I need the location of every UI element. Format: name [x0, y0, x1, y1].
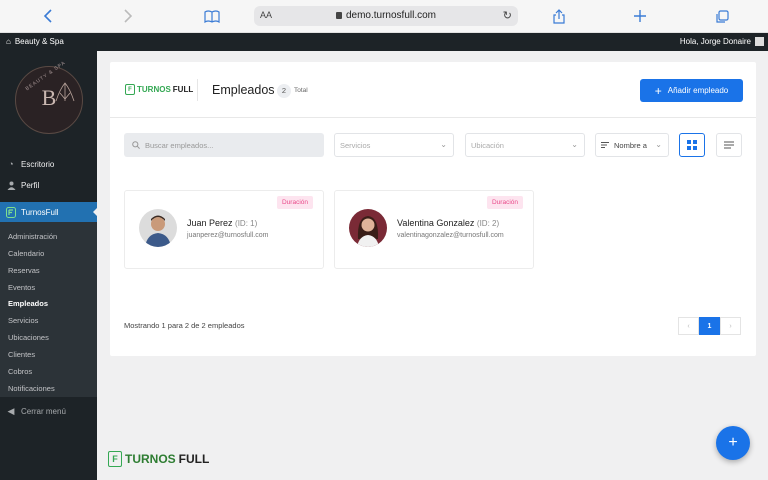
- list-view-button[interactable]: [716, 133, 742, 157]
- chevron-down-icon: ⌄: [571, 140, 578, 149]
- search-input[interactable]: Buscar empleados...: [124, 133, 324, 157]
- sort-icon: [601, 142, 609, 148]
- submenu-item-ubicaciones[interactable]: Ubicaciones: [8, 333, 49, 342]
- plus-icon: +: [654, 83, 662, 98]
- tabs-icon[interactable]: [714, 8, 730, 24]
- sidebar-item-label: Escritorio: [21, 159, 55, 169]
- panel-header: F TURNOS FULL Empleados 2 Total + Añadir …: [110, 62, 756, 118]
- sort-select[interactable]: Nombre a ⌄: [595, 133, 669, 157]
- location-select[interactable]: Ubicación ⌄: [465, 133, 585, 157]
- admin-sidebar: BEAUTY & SPA B ◔ Escritorio Perfil Turno…: [0, 51, 98, 480]
- url-text: demo.turnosfull.com: [345, 10, 437, 21]
- brand-suffix: FULL: [178, 452, 210, 466]
- submenu-item-empleados[interactable]: Empleados: [8, 299, 48, 308]
- count-label: Total: [294, 87, 308, 94]
- next-page-button[interactable]: ›: [720, 317, 741, 335]
- new-tab-icon[interactable]: [632, 8, 648, 24]
- turnosfull-icon: [6, 206, 16, 218]
- count-badge: 2: [277, 84, 291, 98]
- employee-id: (ID: 2): [476, 219, 500, 228]
- search-placeholder: Buscar empleados...: [145, 140, 214, 150]
- brand-prefix: TURNOS: [125, 452, 176, 466]
- floating-add-button[interactable]: +: [716, 426, 750, 460]
- employees-panel: F TURNOS FULL Empleados 2 Total + Añadir …: [110, 62, 756, 356]
- services-placeholder: Servicios: [340, 140, 371, 150]
- sidebar-item-escritorio[interactable]: ◔ Escritorio: [0, 159, 97, 169]
- employee-email: valentinagonzalez@turnosfull.com: [397, 232, 504, 239]
- submenu-item-cobros[interactable]: Cobros: [8, 367, 32, 376]
- bookmarks-icon[interactable]: [204, 8, 220, 24]
- employee-card[interactable]: Duración Valentina Gonzalez (ID: 2) vale…: [334, 190, 534, 269]
- employee-email: juanperez@turnosfull.com: [187, 232, 269, 239]
- site-logo: BEAUTY & SPA B: [15, 60, 83, 134]
- turnosfull-logo-icon: F: [125, 84, 135, 95]
- admin-bar: ⌂ Beauty & Spa Hola, Jorge Donaire: [0, 33, 768, 51]
- submenu-item-servicios[interactable]: Servicios: [8, 316, 38, 325]
- sidebar-item-turnosfull[interactable]: TurnosFull: [0, 202, 98, 222]
- submenu-item-eventos[interactable]: Eventos: [8, 283, 35, 292]
- forward-icon[interactable]: [120, 8, 136, 24]
- employee-card[interactable]: Duración Juan Perez (ID: 1) juanperez@tu…: [124, 190, 324, 269]
- chevron-down-icon: ⌄: [440, 140, 447, 149]
- grid-view-button[interactable]: [679, 133, 705, 157]
- avatar: [755, 37, 764, 46]
- submenu: Administración Calendario Reservas Event…: [0, 222, 97, 397]
- sidebar-item-label: Perfil: [21, 180, 40, 190]
- turnosfull-footer-logo: F TURNOS FULL: [108, 451, 209, 467]
- list-icon: [724, 141, 734, 149]
- reload-icon[interactable]: ↻: [503, 9, 512, 22]
- submenu-item-clientes[interactable]: Clientes: [8, 350, 35, 359]
- page-title: Empleados: [212, 83, 275, 97]
- submenu-item-calendario[interactable]: Calendario: [8, 249, 44, 258]
- results-summary: Mostrando 1 para 2 de 2 empleados: [124, 321, 245, 330]
- page-button[interactable]: 1: [699, 317, 720, 335]
- collapse-menu[interactable]: ◀ Cerrar menú: [0, 406, 97, 416]
- browser-toolbar: AA demo.turnosfull.com ↻: [0, 0, 768, 33]
- employee-avatar: [349, 209, 387, 247]
- dashboard-icon: ◔: [8, 159, 14, 169]
- site-name-link[interactable]: ⌂ Beauty & Spa: [6, 37, 64, 46]
- brand-suffix: FULL: [172, 85, 194, 94]
- add-employee-button[interactable]: + Añadir empleado: [640, 79, 743, 102]
- turnosfull-logo: F TURNOS FULL: [125, 84, 193, 95]
- collapse-icon: ◀: [7, 405, 15, 416]
- home-icon: ⌂: [6, 37, 11, 46]
- employee-name-line: Valentina Gonzalez (ID: 2): [397, 218, 499, 228]
- duration-badge: Duración: [486, 196, 523, 209]
- active-indicator: [93, 207, 98, 217]
- submenu-item-reservas[interactable]: Reservas: [8, 266, 40, 275]
- ginkgo-leaf-icon: [55, 82, 75, 102]
- employee-avatar: [139, 209, 177, 247]
- divider: [197, 79, 198, 101]
- services-select[interactable]: Servicios ⌄: [334, 133, 454, 157]
- submenu-item-notificaciones[interactable]: Notificaciones: [8, 384, 55, 393]
- lock-icon: [335, 12, 342, 19]
- add-employee-label: Añadir empleado: [667, 86, 729, 95]
- greeting: Hola, Jorge Donaire: [679, 37, 751, 46]
- chevron-down-icon: ⌄: [655, 140, 662, 149]
- collapse-label: Cerrar menú: [21, 406, 66, 416]
- share-icon[interactable]: [551, 8, 567, 24]
- employee-name: Valentina Gonzalez: [397, 218, 475, 228]
- grid-icon: [687, 140, 697, 150]
- submenu-item-administracion[interactable]: Administración: [8, 232, 57, 241]
- employee-name-line: Juan Perez (ID: 1): [187, 218, 257, 228]
- site-name: Beauty & Spa: [14, 37, 64, 46]
- account-menu[interactable]: Hola, Jorge Donaire: [680, 37, 764, 46]
- sort-value: Nombre a: [614, 140, 647, 150]
- brand-prefix: TURNOS: [137, 85, 171, 94]
- search-icon: [132, 141, 140, 149]
- sidebar-item-perfil[interactable]: Perfil: [0, 180, 97, 190]
- back-icon[interactable]: [40, 8, 56, 24]
- employee-id: (ID: 1): [235, 219, 258, 228]
- sidebar-group-label: TurnosFull: [21, 207, 59, 217]
- pagination: ‹ 1 ›: [678, 317, 741, 335]
- employee-name: Juan Perez: [187, 218, 233, 228]
- address-bar[interactable]: AA demo.turnosfull.com ↻: [254, 6, 518, 26]
- location-placeholder: Ubicación: [471, 140, 504, 150]
- prev-page-button[interactable]: ‹: [678, 317, 699, 335]
- user-icon: [6, 180, 16, 190]
- duration-badge: Duración: [276, 196, 313, 209]
- turnosfull-logo-icon: F: [108, 451, 122, 467]
